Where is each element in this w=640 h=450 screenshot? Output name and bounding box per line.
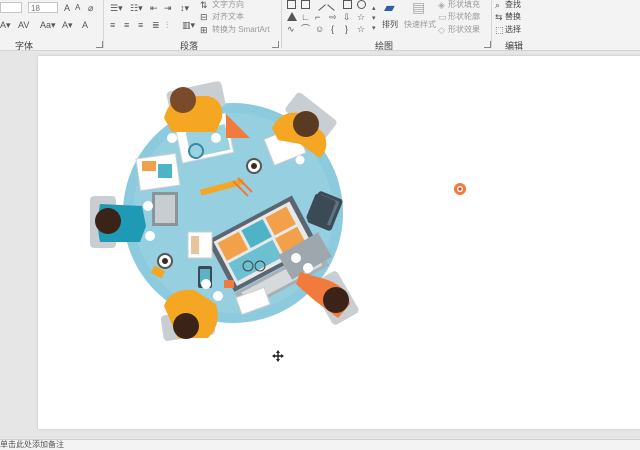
- notes-pane[interactable]: 单击此处添加备注: [0, 439, 640, 450]
- font-name-box[interactable]: [0, 2, 22, 13]
- highlight-icon[interactable]: A▾: [62, 20, 73, 30]
- replace-icon[interactable]: ⇆: [495, 12, 503, 22]
- select-button[interactable]: 选择: [505, 25, 521, 35]
- increase-font-icon[interactable]: A: [64, 3, 70, 13]
- text-direction-icon[interactable]: ⇅: [200, 0, 208, 10]
- columns-icon[interactable]: ▥▾: [182, 20, 195, 30]
- arrow-down-icon[interactable]: ⇩: [343, 12, 351, 22]
- font-color-icon[interactable]: A▾: [0, 20, 11, 30]
- triangle-shape[interactable]: [287, 12, 297, 21]
- move-cursor-icon: [272, 350, 284, 362]
- arrow-right-icon[interactable]: ⇨: [329, 12, 337, 22]
- change-case-icon[interactable]: Aa▾: [40, 20, 56, 30]
- find-button[interactable]: 查找: [505, 0, 521, 10]
- brace-left-icon[interactable]: {: [331, 24, 334, 34]
- slide-canvas[interactable]: [38, 56, 640, 429]
- justify-icon[interactable]: ≣: [152, 20, 160, 30]
- shape-effects-icon[interactable]: ◇: [438, 25, 445, 35]
- char-spacing-icon[interactable]: AV: [18, 20, 29, 30]
- indent-decrease-icon[interactable]: ⇤: [150, 3, 158, 13]
- paragraph-dialog-launcher[interactable]: [272, 41, 279, 48]
- decrease-font-icon[interactable]: A: [75, 3, 80, 13]
- shape-effects-button[interactable]: 形状效果: [448, 25, 480, 35]
- curve-icon[interactable]: ∿: [287, 24, 295, 34]
- font-size-box[interactable]: 18: [28, 2, 58, 13]
- align-center-icon[interactable]: ≡: [124, 20, 129, 30]
- convert-smartart-button[interactable]: 转换为 SmartArt: [212, 25, 270, 35]
- smartart-icon[interactable]: ⊞: [200, 25, 208, 35]
- separator: [281, 0, 282, 48]
- quick-styles-icon[interactable]: ▤: [412, 0, 425, 14]
- shapes-gallery[interactable]: ∟ ⌐ ⇨ ⇩ ☆ ∿ ⌒ ☺ { } ☆: [285, 0, 371, 36]
- ribbon: 18 A A ⌀ A▾ AV Aa▾ A▾ A 字体 ☰▾ ☷▾ ⇤ ⇥ ↕▾ …: [0, 0, 640, 51]
- rectangle-shape[interactable]: [343, 0, 352, 9]
- drawing-dialog-launcher[interactable]: [484, 41, 491, 48]
- find-icon[interactable]: ⌕: [495, 0, 500, 10]
- shape-outline-button[interactable]: 形状轮廓: [448, 12, 480, 22]
- oval-shape[interactable]: [357, 0, 366, 9]
- arc-icon[interactable]: ⌒: [301, 24, 310, 34]
- text-direction-button[interactable]: 文字方向: [212, 0, 244, 10]
- rectangle-shape[interactable]: [301, 0, 310, 9]
- shadow-font-icon[interactable]: A: [82, 20, 88, 30]
- smile-icon[interactable]: ☺: [315, 24, 324, 34]
- separator: [491, 0, 492, 48]
- align-right-icon[interactable]: ≡: [138, 20, 143, 30]
- line-shape[interactable]: [313, 0, 326, 11]
- shape-fill-icon[interactable]: ◈: [438, 0, 445, 10]
- indent-increase-icon[interactable]: ⇥: [164, 3, 172, 13]
- quick-styles-button[interactable]: 快速样式: [404, 20, 436, 30]
- align-text-button[interactable]: 对齐文本: [212, 12, 244, 22]
- shape-fill-button[interactable]: 形状填充: [448, 0, 480, 10]
- numbering-icon[interactable]: ☷▾: [130, 3, 143, 13]
- elbow-connector-icon[interactable]: ∟: [301, 12, 310, 22]
- shape-outline-icon[interactable]: ▭: [438, 12, 447, 22]
- sticky-note: [224, 280, 234, 288]
- gallery-scroll-icon[interactable]: ▴ ▾ ▾: [372, 4, 376, 34]
- star-icon[interactable]: ☆: [357, 12, 365, 22]
- rectangle-shape[interactable]: [287, 0, 296, 9]
- brace-right-icon[interactable]: }: [345, 24, 348, 34]
- separator: [103, 0, 104, 48]
- bullets-icon[interactable]: ☰▾: [110, 3, 123, 13]
- arrange-button[interactable]: 排列: [382, 20, 398, 30]
- line-shape[interactable]: [327, 0, 340, 11]
- align-left-icon[interactable]: ≡: [110, 20, 115, 30]
- replace-button[interactable]: 替换: [505, 12, 521, 22]
- distribute-icon[interactable]: ⫶: [166, 20, 168, 30]
- bent-arrow-icon[interactable]: ⌐: [315, 12, 320, 22]
- line-spacing-icon[interactable]: ↕▾: [180, 3, 189, 13]
- align-text-icon[interactable]: ⊟: [200, 12, 208, 22]
- clear-format-icon[interactable]: ⌀: [88, 3, 93, 13]
- select-icon[interactable]: ⬚: [495, 25, 504, 35]
- arrange-icon[interactable]: ▰: [384, 0, 395, 14]
- font-dialog-launcher[interactable]: [96, 41, 103, 48]
- star-small-icon[interactable]: ☆: [357, 24, 365, 34]
- teamwork-illustration[interactable]: [38, 56, 640, 429]
